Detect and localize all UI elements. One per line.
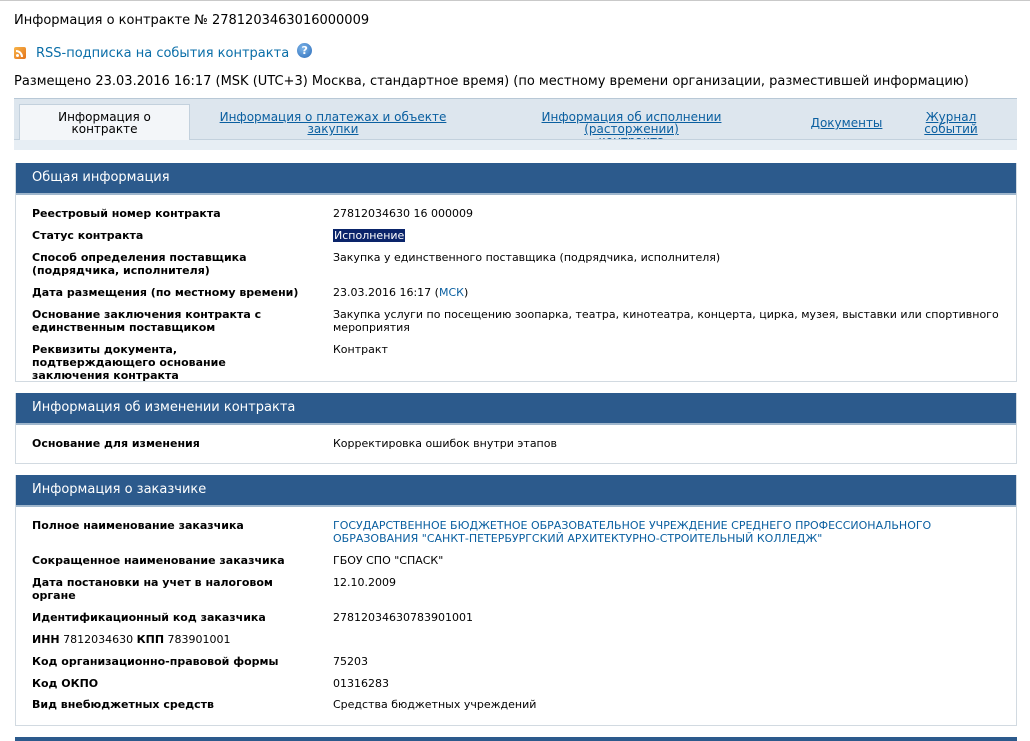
tab-documents-link[interactable]: Документы: [811, 116, 883, 130]
field-value: 75203: [333, 655, 368, 668]
field-value: 12.10.2009: [333, 576, 396, 589]
section-title: Информация о заказчике: [16, 475, 1016, 507]
section-title: Информация об изменении контракта: [16, 393, 1016, 425]
field-value: ГБОУ СПО "СПАСК": [333, 554, 444, 567]
top-border: [0, 0, 1030, 1]
general-info-section: Общая информация Реестровый номер контра…: [15, 163, 1017, 382]
field-label: Дата постановки на учет в налоговом орга…: [32, 576, 273, 602]
rss-subscription-row: RSS-подписка на события контракта ?: [14, 42, 313, 62]
status-value: Исполнение: [333, 229, 406, 242]
field-value: 27812034630 16 000009: [333, 207, 473, 220]
inn-kpp-row: ИНН 7812034630 КПП 783901001: [32, 633, 1006, 646]
field-value: 27812034630783901001: [333, 611, 473, 624]
field-label: Основание заключения контракта с единств…: [32, 308, 262, 334]
customer-info-section: Информация о заказчике Полное наименован…: [15, 475, 1017, 726]
tab-payments[interactable]: Информация о платежах и объекте закупки: [218, 111, 448, 135]
tab-bar-bottom: [14, 139, 1017, 150]
status-value-wrap: Исполнение: [333, 229, 1003, 242]
next-section-cutoff: [15, 737, 1017, 741]
tab-journal[interactable]: Журнал событий: [917, 111, 985, 135]
tab-contract-info[interactable]: Информация о контракте: [19, 104, 190, 140]
published-info: Размещено 23.03.2016 16:17 (MSK (UTC+3) …: [14, 74, 969, 89]
tab-journal-link[interactable]: Журнал событий: [924, 110, 977, 136]
field-label: Код организационно-правовой формы: [32, 655, 279, 668]
field-value: Контракт: [333, 343, 388, 356]
customer-full-name-link[interactable]: ГОСУДАРСТВЕННОЕ БЮДЖЕТНОЕ ОБРАЗОВАТЕЛЬНО…: [333, 519, 1003, 545]
field-value: Средства бюджетных учреждений: [333, 698, 537, 711]
field-label: Дата размещения (по местному времени): [32, 286, 299, 299]
section-title: Общая информация: [16, 163, 1016, 195]
field-label: Сокращенное наименование заказчика: [32, 554, 285, 567]
rss-icon[interactable]: [14, 47, 26, 59]
field-label: Идентификационный код заказчика: [32, 611, 266, 624]
date-value: 23.03.2016 16:17 (МСК): [333, 286, 469, 299]
field-value: Закупка у единственного поставщика (подр…: [333, 251, 721, 264]
timezone-link[interactable]: МСК: [439, 286, 464, 299]
inn-value: 7812034630: [63, 633, 134, 646]
inn-label: ИНН: [32, 633, 60, 646]
field-label: Вид внебюджетных средств: [32, 698, 214, 711]
change-info-section: Информация об изменении контракта Основа…: [15, 393, 1017, 464]
field-value: 01316283: [333, 677, 389, 690]
kpp-label: КПП: [136, 633, 165, 646]
field-label: Реестровый номер контракта: [32, 207, 221, 220]
page-title: Информация о контракте № 278120346301600…: [14, 13, 370, 28]
field-label: Основание для изменения: [32, 437, 200, 450]
help-icon[interactable]: ?: [297, 42, 313, 58]
tab-bar: Информация о контракте Информация о плат…: [14, 98, 1017, 150]
field-label: Реквизиты документа, подтверждающего осн…: [32, 343, 226, 382]
tab-payments-link[interactable]: Информация о платежах и объекте закупки: [220, 110, 447, 136]
field-value: Корректировка ошибок внутри этапов: [333, 437, 557, 450]
next-section-header: [15, 737, 1017, 741]
field-label: Статус контракта: [32, 229, 144, 242]
tab-documents[interactable]: Документы: [809, 117, 884, 129]
tab-contract-info-label-2: контракте: [71, 122, 138, 136]
field-label: Способ определения поставщика (подрядчик…: [32, 251, 247, 277]
field-value: Закупка услуги по посещению зоопарка, те…: [333, 308, 999, 334]
field-label: Полное наименование заказчика: [32, 519, 244, 532]
rss-subscription-link[interactable]: RSS-подписка на события контракта: [36, 46, 289, 61]
field-label: Код ОКПО: [32, 677, 99, 690]
kpp-value: 783901001: [167, 633, 231, 646]
